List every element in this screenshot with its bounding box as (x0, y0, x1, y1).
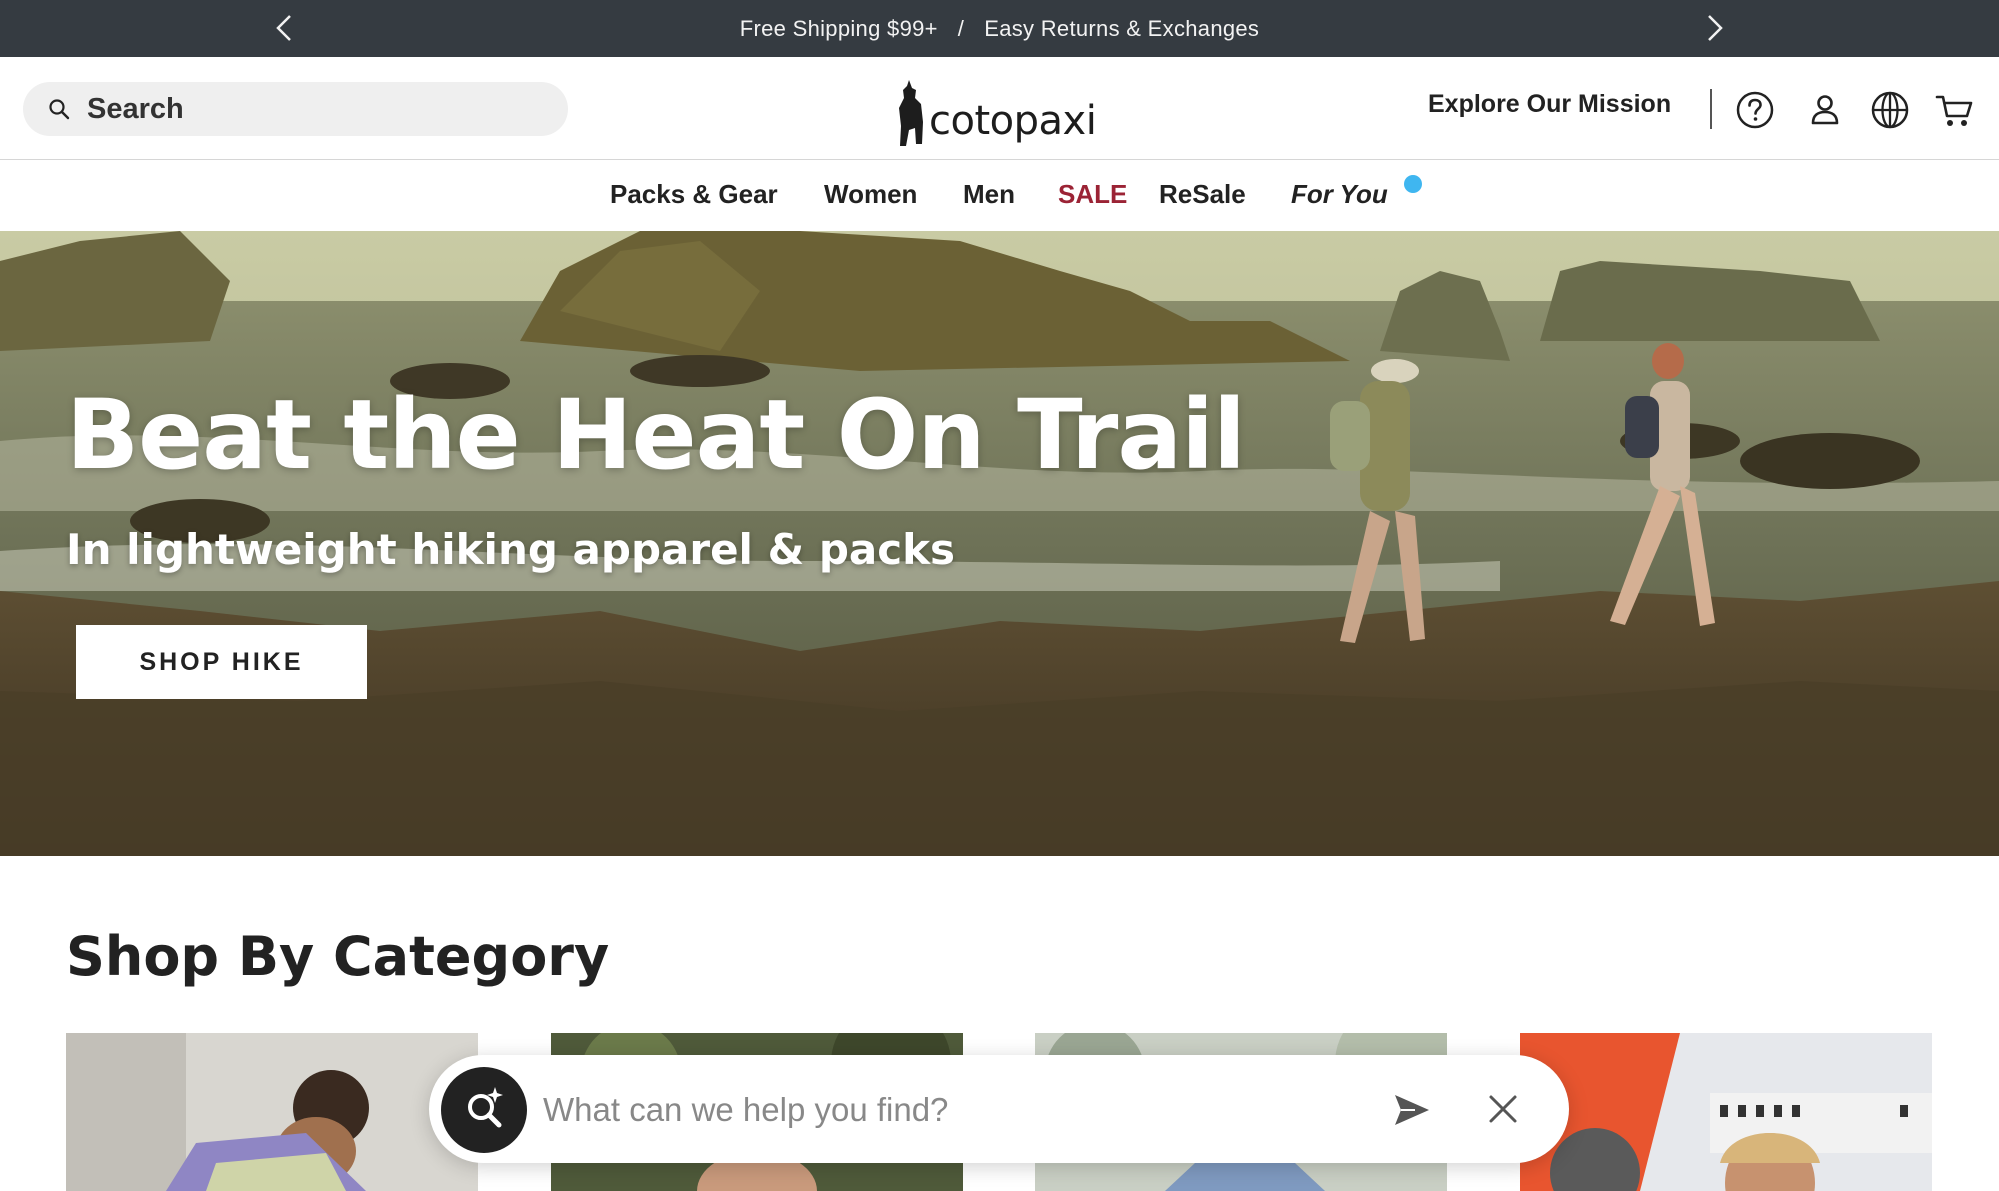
hero-title: Beat the Heat On Trail (66, 379, 1246, 491)
nav-item-sale[interactable]: SALE (1058, 179, 1127, 210)
returns-text: Easy Returns & Exchanges (984, 15, 1260, 41)
search-icon (49, 99, 70, 120)
nav-item-men[interactable]: Men (963, 179, 1015, 210)
site-header: cotopaxi Explore Our Mission (0, 57, 1999, 160)
ai-search-icon (468, 1087, 503, 1128)
nav-item-women[interactable]: Women (824, 179, 917, 210)
shop-hike-button[interactable]: SHOP HIKE (76, 625, 367, 699)
ai-search-button[interactable] (441, 1067, 527, 1153)
logo-text: cotopaxi (929, 98, 1097, 144)
header-divider (1710, 89, 1712, 129)
announcement-separator: / (957, 15, 965, 41)
category-card[interactable] (66, 1033, 478, 1191)
globe-icon[interactable] (1870, 90, 1910, 130)
send-icon[interactable] (1393, 1091, 1431, 1129)
explore-mission-link[interactable]: Explore Our Mission (1428, 90, 1671, 119)
nav-item-packs-gear[interactable]: Packs & Gear (610, 179, 778, 210)
llama-logo-icon (899, 80, 923, 146)
assistant-input[interactable] (543, 1085, 1343, 1135)
notification-dot (1404, 175, 1422, 193)
free-shipping-text: Free Shipping $99+ (739, 15, 938, 41)
search-bar[interactable] (23, 82, 568, 136)
main-navigation: Packs & Gear Women Men SALE ReSale For Y… (0, 161, 1999, 231)
announcement-bar: Free Shipping $99+ / Easy Returns & Exch… (0, 0, 1999, 57)
category-heading: Shop By Category (66, 925, 610, 988)
account-icon[interactable] (1805, 90, 1845, 130)
search-input[interactable] (87, 92, 527, 126)
cart-icon[interactable] (1935, 90, 1975, 130)
chevron-right-icon[interactable] (1697, 12, 1729, 44)
close-icon[interactable] (1487, 1093, 1519, 1125)
category-image (1520, 1033, 1932, 1191)
category-image (66, 1033, 478, 1191)
category-card[interactable] (1520, 1033, 1932, 1191)
nav-item-resale[interactable]: ReSale (1159, 179, 1246, 210)
nav-item-for-you[interactable]: For You (1291, 179, 1388, 210)
hero-subtitle: In lightweight hiking apparel & packs (66, 525, 956, 574)
cotopaxi-logo[interactable]: cotopaxi (895, 72, 1097, 148)
assistant-search-bar (429, 1055, 1569, 1163)
hero-banner[interactable]: Beat the Heat On Trail In lightweight hi… (0, 231, 1999, 856)
help-icon[interactable] (1735, 90, 1775, 130)
